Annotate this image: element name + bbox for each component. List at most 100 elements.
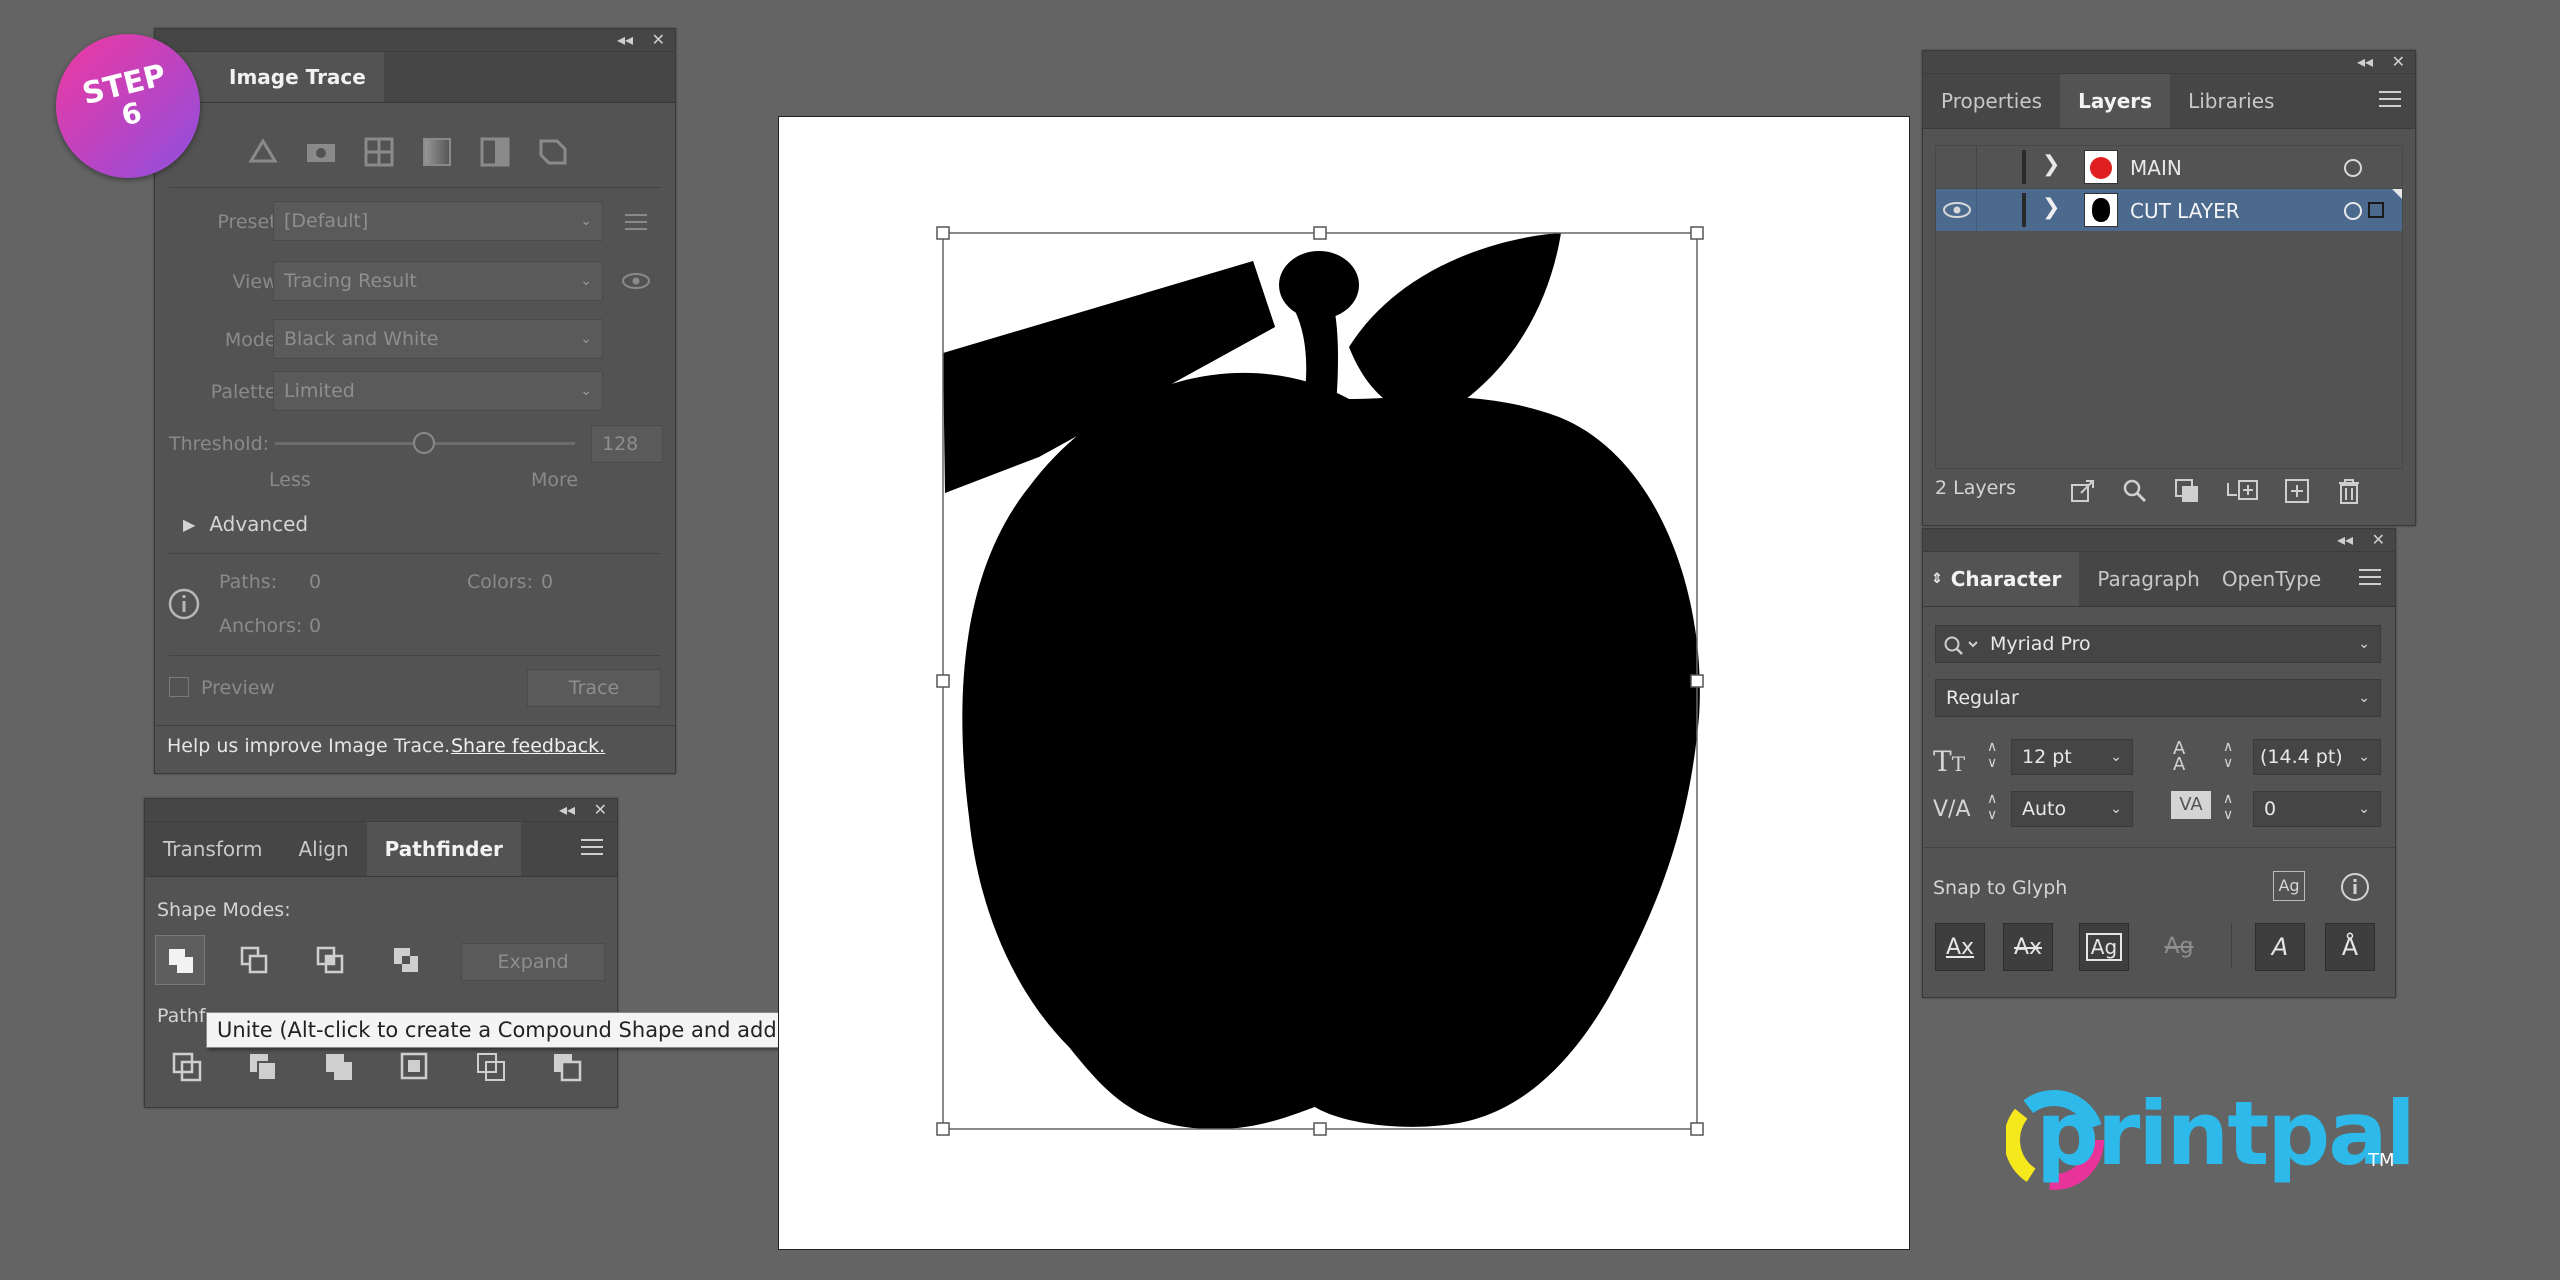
threshold-slider[interactable] — [275, 432, 575, 454]
apple-artwork[interactable] — [779, 117, 1909, 1249]
auto-color-icon[interactable] — [245, 135, 281, 167]
panel-menu-icon[interactable] — [2379, 91, 2401, 109]
snap-glyph-bounds-button[interactable]: Ag — [2079, 923, 2129, 971]
trash-icon[interactable] — [2335, 477, 2363, 505]
selection-square-icon[interactable] — [2368, 202, 2384, 218]
preset-menu-icon[interactable] — [623, 211, 649, 233]
font-style-field[interactable]: Regular ⌄ — [1935, 679, 2381, 717]
eye-icon[interactable] — [621, 269, 651, 293]
export-icon[interactable] — [2069, 477, 2097, 505]
tab-pathfinder[interactable]: Pathfinder — [366, 822, 521, 876]
mode-dropdown[interactable]: Black and White ⌄ — [273, 319, 603, 359]
font-size-field[interactable]: 12 pt ⌄ — [2011, 739, 2133, 775]
printpal-logo: printpal TM — [2006, 1080, 2426, 1200]
divide-icon[interactable] — [171, 1051, 203, 1083]
shape-modes-label: Shape Modes: — [157, 899, 291, 921]
chevron-right-icon[interactable]: ❯ — [2042, 152, 2060, 177]
pathfinders-label: Pathf — [157, 1005, 206, 1027]
target-circle-icon[interactable] — [2344, 202, 2362, 220]
chevron-right-icon[interactable]: ❯ — [2042, 195, 2060, 220]
target-circle-icon[interactable] — [2344, 159, 2362, 177]
grayscale-icon[interactable] — [419, 135, 455, 167]
trim-icon[interactable] — [247, 1051, 279, 1083]
minus-front-icon[interactable] — [239, 945, 269, 975]
close-icon[interactable]: ✕ — [2372, 531, 2385, 549]
outline-pathfinder-icon[interactable] — [475, 1051, 507, 1083]
leaf-shape — [1349, 233, 1561, 417]
colors-value: 0 — [541, 571, 554, 593]
tab-properties[interactable]: Properties — [1923, 74, 2060, 128]
close-icon[interactable]: ✕ — [2392, 53, 2405, 71]
tab-opentype[interactable]: OpenType — [2218, 552, 2339, 606]
camera-icon[interactable] — [303, 135, 339, 167]
chevron-down-icon[interactable]: ⌄ — [2358, 749, 2370, 765]
close-icon[interactable]: ✕ — [652, 31, 665, 49]
share-feedback-link[interactable]: Share feedback. — [451, 735, 605, 757]
preset-dropdown[interactable]: [Default] ⌄ — [273, 201, 603, 241]
palette-dropdown[interactable]: Limited ⌄ — [273, 371, 603, 411]
info-icon[interactable] — [2339, 871, 2371, 903]
glyph-icon[interactable]: Ag — [2273, 871, 2305, 901]
artboard[interactable] — [778, 116, 1910, 1250]
collapse-icon[interactable]: ◂◂ — [2357, 53, 2373, 71]
layer-row-cut-layer[interactable]: ❯ CUT LAYER — [1936, 189, 2402, 231]
merge-icon[interactable] — [323, 1051, 355, 1083]
preview-checkbox[interactable] — [169, 677, 189, 697]
chevron-down-icon[interactable]: ⌄ — [2110, 749, 2122, 765]
collapse-icon[interactable]: ◂◂ — [2337, 531, 2353, 549]
new-layer-icon[interactable] — [2283, 477, 2311, 505]
anchor-point-button[interactable]: Å — [2325, 923, 2375, 971]
view-dropdown[interactable]: Tracing Result ⌄ — [273, 261, 603, 301]
font-family-field[interactable]: Myriad Pro ⌄ — [1935, 625, 2381, 663]
colors-label: Colors: — [467, 571, 533, 593]
grid-icon[interactable] — [361, 135, 397, 167]
sort-icon: ⇕ — [1931, 571, 1943, 587]
kerning-field[interactable]: Auto ⌄ — [2011, 791, 2133, 827]
leading-stepper[interactable]: ∧ ∨ — [2223, 739, 2233, 771]
chevron-down-icon[interactable]: ⌄ — [2358, 690, 2370, 706]
expand-button[interactable]: Expand — [461, 943, 605, 981]
exclude-icon[interactable] — [391, 945, 421, 975]
outline-icon[interactable] — [535, 135, 571, 167]
chevron-down-icon[interactable]: ⌄ — [2358, 801, 2370, 817]
leading-field[interactable]: (14.4 pt) ⌄ — [2253, 739, 2381, 775]
layer-row-main[interactable]: ❯ MAIN — [1936, 146, 2402, 189]
tracking-field[interactable]: 0 ⌄ — [2253, 791, 2381, 827]
chevron-down-icon[interactable]: ⌄ — [2358, 636, 2370, 652]
tab-transform[interactable]: Transform — [145, 822, 280, 876]
kerning-stepper[interactable]: ∧ ∨ — [1987, 791, 1997, 823]
tab-layers[interactable]: Layers — [2060, 74, 2171, 128]
layer-name[interactable]: MAIN — [2130, 156, 2182, 180]
clipping-mask-icon[interactable] — [2173, 477, 2201, 505]
tab-libraries[interactable]: Libraries — [2170, 74, 2292, 128]
threshold-input[interactable]: 128 — [591, 425, 663, 463]
trace-button[interactable]: Trace — [527, 669, 661, 707]
tab-paragraph[interactable]: Paragraph — [2079, 552, 2217, 606]
close-icon[interactable]: ✕ — [594, 801, 607, 819]
search-icon[interactable] — [2121, 477, 2149, 505]
panel-menu-icon[interactable] — [581, 839, 603, 857]
snap-proximity-button[interactable]: Ag — [2155, 923, 2203, 969]
snap-xheight-button[interactable]: Ax — [2003, 923, 2053, 971]
new-sublayer-icon[interactable] — [2225, 477, 2259, 505]
snap-baseline-button[interactable]: Ax — [1935, 923, 1985, 971]
collapse-icon[interactable]: ◂◂ — [559, 801, 575, 819]
slider-thumb[interactable] — [413, 432, 435, 454]
tab-align[interactable]: Align — [280, 822, 366, 876]
black-white-icon[interactable] — [477, 135, 513, 167]
minus-back-icon[interactable] — [551, 1051, 583, 1083]
eye-icon[interactable] — [1942, 199, 1972, 221]
intersect-icon[interactable] — [315, 945, 345, 975]
unite-button[interactable] — [155, 935, 205, 985]
layer-name[interactable]: CUT LAYER — [2130, 199, 2240, 223]
panel-menu-icon[interactable] — [2359, 569, 2381, 587]
collapse-icon[interactable]: ◂◂ — [617, 31, 633, 49]
advanced-toggle[interactable]: ▶ Advanced — [183, 509, 308, 539]
font-size-stepper[interactable]: ∧ ∨ — [1987, 739, 1997, 771]
tracking-stepper[interactable]: ∧ ∨ — [2223, 791, 2233, 823]
chevron-down-icon[interactable]: ⌄ — [2110, 801, 2122, 817]
panel-titlebar: ◂◂ ✕ — [1923, 51, 2415, 74]
tab-character[interactable]: ⇕ Character — [1923, 552, 2080, 606]
angular-guides-button[interactable]: A — [2255, 923, 2305, 971]
crop-icon[interactable] — [399, 1051, 431, 1083]
